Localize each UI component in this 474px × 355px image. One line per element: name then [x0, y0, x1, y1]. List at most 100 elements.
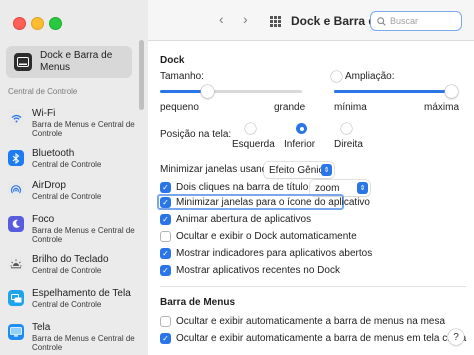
help-button[interactable]: ?: [448, 329, 464, 345]
display-icon: [8, 324, 24, 340]
size-slider-knob[interactable]: [201, 85, 214, 98]
sidebar-item-title: Bluetooth: [32, 148, 75, 159]
chevron-updown-icon: ⇕: [321, 164, 332, 176]
sidebar-item-title: Foco: [32, 214, 55, 225]
keyboard-brightness-icon: [8, 256, 24, 272]
sidebar-item-subtitle: Central de Controle: [32, 192, 102, 201]
double-click-row: ✓ Dois cliques na barra de título para: [160, 182, 331, 193]
sidebar-item-subtitle: Central de Controle: [32, 160, 102, 169]
checkbox-label: Ocultar e exibir o Dock automaticamente: [176, 231, 357, 242]
close-window-button[interactable]: [13, 17, 26, 30]
checkbox-label: Mostrar aplicativos recentes no Dock: [176, 265, 340, 276]
show-all-grid-icon[interactable]: [270, 16, 281, 27]
sidebar-item-subtitle: Barra de Menus e Central de Controle: [32, 120, 135, 138]
show-recent-apps-checkbox[interactable]: ✓: [160, 265, 171, 276]
toolbar: ‹ › Dock e Barra de Menus Buscar: [148, 0, 474, 41]
magnification-slider-knob[interactable]: [445, 85, 458, 98]
airdrop-icon: [8, 182, 24, 198]
magnification-label: Ampliação:: [345, 71, 395, 82]
sidebar-item-title: Tela: [32, 322, 51, 333]
size-slider-fill: [160, 90, 207, 93]
sidebar-item-bluetooth[interactable]: Bluetooth Central de Controle: [8, 148, 138, 169]
preferences-window: Dock e Barra de Menus Central de Control…: [0, 0, 474, 355]
position-right-label: Direita: [334, 139, 363, 150]
sidebar-item-title: Brilho do Teclado: [32, 254, 109, 265]
dock-icon: [14, 53, 32, 71]
zoom-window-button[interactable]: [49, 17, 62, 30]
sidebar-section-header: Central de Controle: [8, 87, 78, 96]
minimize-effect-popup[interactable]: Efeito Gênio ⇕: [264, 162, 334, 178]
double-click-checkbox[interactable]: ✓: [160, 182, 171, 193]
sidebar-item-wifi[interactable]: Wi-Fi Barra de Menus e Central de Contro…: [8, 108, 138, 138]
bluetooth-icon: [8, 150, 24, 166]
section-divider: [160, 286, 466, 287]
checkbox-row: ✓ Minimizar janelas para o ícone do apli…: [160, 197, 370, 208]
minimize-to-app-icon-checkbox[interactable]: ✓: [160, 197, 171, 208]
chevron-updown-icon: ⇕: [357, 182, 368, 194]
size-min-label: pequeno: [160, 102, 199, 113]
checkbox-row: ✓ Animar abertura de aplicativos: [160, 214, 311, 225]
position-label: Posição na tela:: [160, 129, 232, 140]
sidebar-item-title: Espelhamento de Tela: [32, 288, 131, 299]
sidebar-item-subtitle: Barra de Menus e Central de Controle: [32, 334, 135, 352]
forward-button[interactable]: ›: [243, 11, 248, 27]
checkbox-label: Minimizar janelas para o ícone do aplica…: [176, 197, 370, 208]
sidebar-item-subtitle: Central de Controle: [32, 266, 102, 275]
checkbox-row: ✓ Mostrar indicadores para aplicativos a…: [160, 248, 372, 259]
moon-icon: [8, 216, 24, 232]
checkbox-label: Animar abertura de aplicativos: [176, 214, 312, 225]
sidebar-item-display[interactable]: Tela Barra de Menus e Central de Control…: [8, 322, 138, 352]
sidebar-scrollbar[interactable]: [139, 40, 144, 110]
screen-mirroring-icon: [8, 290, 24, 306]
checkbox-label: Ocultar e exibir automaticamente a barra…: [176, 316, 446, 327]
search-icon: [377, 16, 386, 26]
search-field[interactable]: Buscar: [370, 11, 462, 31]
autohide-menubar-desktop-checkbox[interactable]: [160, 316, 171, 327]
position-radio-bottom[interactable]: [296, 123, 307, 134]
sidebar: Dock e Barra de Menus Central de Control…: [0, 0, 149, 355]
position-radio-right[interactable]: [341, 123, 352, 134]
autohide-dock-checkbox[interactable]: [160, 231, 171, 242]
sidebar-item-keyboard-brightness[interactable]: Brilho do Teclado Central de Controle: [8, 254, 138, 275]
sidebar-item-title: AirDrop: [32, 180, 66, 191]
magnification-min-label: mínima: [334, 102, 367, 113]
minimize-effect-label: Minimizar janelas usando:: [160, 164, 276, 175]
sidebar-item-airdrop[interactable]: AirDrop Central de Controle: [8, 180, 138, 201]
dock-heading: Dock: [160, 55, 185, 66]
main-panel: Dock Tamanho: pequeno grande Ampliação: …: [148, 41, 474, 355]
size-slider[interactable]: [160, 85, 302, 98]
checkbox-label: Ocultar e exibir automaticamente a barra…: [176, 333, 467, 344]
sidebar-item-subtitle: Central de Controle: [32, 300, 102, 309]
menubar-heading: Barra de Menus: [160, 297, 236, 308]
double-click-label: Dois cliques na barra de título para: [176, 182, 332, 193]
position-left-label: Esquerda: [232, 139, 275, 150]
double-click-value: zoom: [315, 182, 340, 194]
magnification-slider-fill: [334, 90, 456, 93]
position-radio-left[interactable]: [245, 123, 256, 134]
search-placeholder: Buscar: [390, 16, 419, 26]
sidebar-item-screen-mirroring[interactable]: Espelhamento de Tela Central de Controle: [8, 288, 138, 309]
magnification-slider[interactable]: [334, 85, 458, 98]
magnification-max-label: máxima: [424, 102, 460, 113]
checkbox-row: ✓ Ocultar e exibir automaticamente a bar…: [160, 333, 466, 344]
sidebar-item-title: Wi-Fi: [32, 108, 56, 119]
show-indicators-checkbox[interactable]: ✓: [160, 248, 171, 259]
sidebar-item-label: Dock e Barra de Menus: [40, 50, 113, 73]
wifi-icon: [8, 110, 24, 126]
checkbox-row: Ocultar e exibir o Dock automaticamente: [160, 231, 357, 242]
checkbox-row: Ocultar e exibir automaticamente a barra…: [160, 316, 445, 327]
magnification-checkbox[interactable]: [331, 71, 342, 82]
minimize-window-button[interactable]: [31, 17, 44, 30]
size-label: Tamanho:: [160, 71, 204, 82]
back-button[interactable]: ‹: [219, 11, 224, 27]
autohide-menubar-fullscreen-checkbox[interactable]: ✓: [160, 333, 171, 344]
checkbox-label: Mostrar indicadores para aplicativos abe…: [176, 248, 373, 259]
sidebar-item-focus[interactable]: Foco Barra de Menus e Central de Control…: [8, 214, 138, 244]
animate-opening-checkbox[interactable]: ✓: [160, 214, 171, 225]
position-bottom-label: Inferior: [284, 139, 316, 150]
size-max-label: grande: [274, 102, 306, 113]
minimize-effect-value: Efeito Gênio: [269, 164, 325, 176]
sidebar-item-dock-and-menu-bar[interactable]: Dock e Barra de Menus: [6, 46, 132, 78]
sidebar-item-subtitle: Barra de Menus e Central de Controle: [32, 226, 135, 244]
checkbox-row: ✓ Mostrar aplicativos recentes no Dock: [160, 265, 340, 276]
